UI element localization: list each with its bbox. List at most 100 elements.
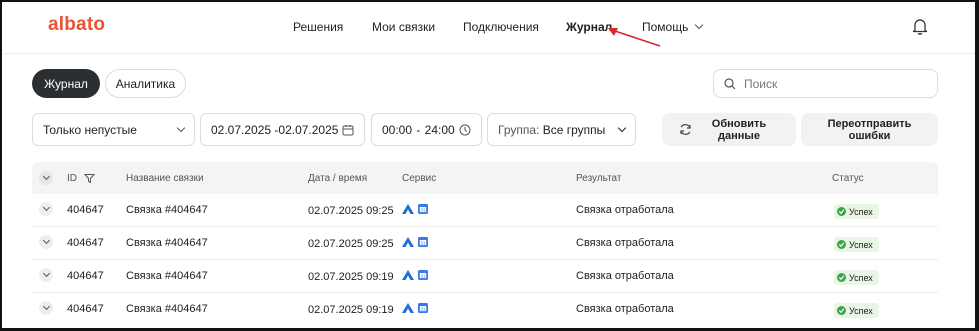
row-services: 31 xyxy=(402,270,428,280)
resend-errors-button[interactable]: Переотправить ошибки xyxy=(801,113,938,146)
column-id: ID xyxy=(67,173,77,184)
tab-journal[interactable]: Журнал xyxy=(32,69,100,98)
annotation-arrow-icon xyxy=(608,28,661,47)
row-services: 31 xyxy=(402,237,428,247)
clock-icon xyxy=(459,124,471,135)
filter-type-select[interactable]: Только непустые xyxy=(32,113,195,146)
albato-logo[interactable]: albato xyxy=(48,14,105,36)
svg-text:31: 31 xyxy=(420,274,426,279)
row-datetime: 02.07.2025 09:25 xyxy=(308,205,394,217)
time-range-picker[interactable]: 00:00 - 24:00 xyxy=(371,113,482,146)
row-id: 404647 xyxy=(67,204,104,216)
row-name[interactable]: Связка #404647 xyxy=(126,237,208,249)
chevron-down-icon xyxy=(42,269,50,278)
row-expand-toggle[interactable] xyxy=(39,268,53,282)
tab-analytics[interactable]: Аналитика xyxy=(105,69,186,98)
row-services: 31 xyxy=(402,303,428,313)
check-icon xyxy=(837,273,846,282)
column-service: Сервис xyxy=(402,173,437,184)
row-expand-toggle[interactable] xyxy=(39,301,53,315)
refresh-data-label: Обновить данные xyxy=(711,117,767,142)
row-expand-toggle[interactable] xyxy=(39,235,53,249)
row-name[interactable]: Связка #404647 xyxy=(126,204,208,216)
resend-errors-label: Переотправить ошибки xyxy=(827,117,912,142)
check-icon xyxy=(837,306,846,315)
calendar-service-icon: 31 xyxy=(418,237,428,247)
table-row[interactable]: 404647 Связка #404647 02.07.2025 09:19 3… xyxy=(32,293,938,326)
chevron-down-icon xyxy=(42,302,50,311)
group-label: Группа: xyxy=(498,122,540,137)
svg-text:31: 31 xyxy=(420,307,426,312)
group-value: Все группы xyxy=(542,122,606,137)
column-status: Статус xyxy=(832,173,864,184)
time-from: 00:00 xyxy=(382,122,413,137)
search-input[interactable] xyxy=(744,76,924,91)
status-badge: Успех xyxy=(834,303,879,318)
row-result: Связка отработала xyxy=(576,237,674,249)
refresh-data-button[interactable]: Обновить данные xyxy=(662,113,796,146)
nav-connections[interactable]: Подключения xyxy=(463,20,539,34)
row-result: Связка отработала xyxy=(576,204,674,216)
search-icon xyxy=(724,77,736,89)
check-icon xyxy=(837,207,846,216)
chevron-down-icon xyxy=(42,172,50,181)
chevron-down-icon xyxy=(176,123,186,132)
row-datetime: 02.07.2025 09:19 xyxy=(308,304,394,316)
calendar-service-icon: 31 xyxy=(418,303,428,313)
albato-service-icon xyxy=(402,204,414,214)
row-name[interactable]: Связка #404647 xyxy=(126,303,208,315)
calendar-service-icon: 31 xyxy=(418,270,428,280)
nav-solutions[interactable]: Решения xyxy=(293,20,343,34)
table-header: ID Название связки Дата / время Сервис Р… xyxy=(32,162,938,194)
row-datetime: 02.07.2025 09:25 xyxy=(308,238,394,250)
svg-text:31: 31 xyxy=(420,241,426,246)
header-divider xyxy=(4,53,975,54)
status-badge: Успех xyxy=(834,270,879,285)
time-separator: - xyxy=(416,122,421,137)
table-row[interactable]: 404647 Связка #404647 02.07.2025 09:19 3… xyxy=(32,260,938,293)
date-range-picker[interactable]: 02.07.2025 -02.07.2025 xyxy=(200,113,365,146)
albato-service-icon xyxy=(402,303,414,313)
chevron-down-icon xyxy=(617,123,627,132)
search-box[interactable] xyxy=(713,69,938,98)
status-text: Успех xyxy=(849,239,873,250)
expand-all-toggle[interactable] xyxy=(39,171,53,185)
table-row[interactable]: 404647 Связка #404647 02.07.2025 09:25 3… xyxy=(32,227,938,260)
row-id: 404647 xyxy=(67,303,104,315)
status-badge: Успех xyxy=(834,204,879,219)
refresh-icon xyxy=(680,124,691,135)
row-datetime: 02.07.2025 09:19 xyxy=(308,271,394,283)
status-text: Успех xyxy=(849,206,873,217)
status-text: Успех xyxy=(849,305,873,316)
column-result: Результат xyxy=(576,173,622,184)
albato-service-icon xyxy=(402,237,414,247)
row-services: 31 xyxy=(402,204,428,214)
row-result: Связка отработала xyxy=(576,303,674,315)
group-select[interactable]: Группа: Все группы xyxy=(487,113,636,146)
check-icon xyxy=(837,240,846,249)
filter-type-value: Только непустые xyxy=(43,122,137,137)
row-name[interactable]: Связка #404647 xyxy=(126,270,208,282)
chevron-down-icon xyxy=(42,203,50,212)
svg-text:31: 31 xyxy=(420,208,426,213)
column-name: Название связки xyxy=(126,173,204,184)
chevron-down-icon xyxy=(695,20,704,30)
bell-icon[interactable] xyxy=(912,17,928,35)
row-id: 404647 xyxy=(67,270,104,282)
time-to: 24:00 xyxy=(424,122,455,137)
calendar-service-icon: 31 xyxy=(418,204,428,214)
calendar-icon xyxy=(342,124,354,135)
row-expand-toggle[interactable] xyxy=(39,202,53,216)
group-select-text: Группа: Все группы xyxy=(498,123,605,137)
table-row[interactable]: 404647 Связка #404647 02.07.2025 09:25 3… xyxy=(32,194,938,227)
filter-icon[interactable] xyxy=(84,173,95,184)
date-range-value: 02.07.2025 -02.07.2025 xyxy=(211,122,339,137)
chevron-down-icon xyxy=(42,236,50,245)
albato-service-icon xyxy=(402,270,414,280)
status-text: Успех xyxy=(849,272,873,283)
row-id: 404647 xyxy=(67,237,104,249)
nav-my-bundles[interactable]: Мои связки xyxy=(372,20,435,34)
column-datetime: Дата / время xyxy=(308,173,368,184)
row-result: Связка отработала xyxy=(576,270,674,282)
status-badge: Успех xyxy=(834,237,879,252)
